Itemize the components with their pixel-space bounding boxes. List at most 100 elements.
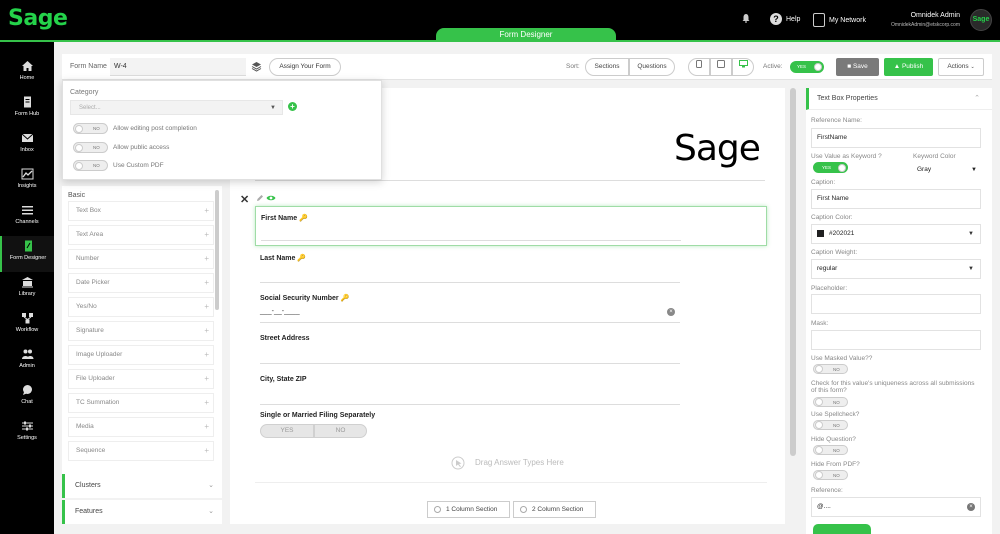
canvas-scrollbar[interactable]: [790, 88, 796, 456]
yes-option[interactable]: YES: [260, 424, 314, 438]
notifications-button[interactable]: [741, 13, 751, 23]
input-value: @....: [817, 503, 831, 510]
add-category-icon[interactable]: +: [288, 102, 297, 111]
drag-handle-icon: +: [204, 446, 209, 455]
home-icon: [21, 61, 33, 71]
reference-input[interactable]: @.... ×: [811, 497, 981, 517]
nav-item-admin[interactable]: Admin: [0, 344, 54, 380]
keyword-toggle[interactable]: YES: [813, 162, 848, 173]
layers-icon[interactable]: [251, 61, 262, 72]
nav-label: Form Designer: [9, 255, 47, 261]
toggle-label: NO: [833, 400, 840, 405]
nav-item-insights[interactable]: Insights: [0, 164, 54, 200]
hide-pdf-toggle[interactable]: NO: [813, 470, 848, 480]
drop-zone-hint[interactable]: Drag Answer Types Here: [475, 458, 564, 467]
nav-item-channels[interactable]: Channels: [0, 200, 54, 236]
toggle-knob: [815, 471, 823, 479]
my-network-button[interactable]: My Network: [813, 13, 866, 27]
uniqueness-label: Check for this value's uniqueness across…: [811, 380, 975, 394]
accordion-features[interactable]: Features ⌄: [62, 500, 222, 524]
assign-form-button[interactable]: Assign Your Form: [269, 58, 341, 76]
key-icon: 🔑: [297, 255, 307, 262]
spellcheck-label: Use Spellcheck?: [811, 411, 860, 418]
nav-item-form-hub[interactable]: Form Hub: [0, 92, 54, 128]
palette-item[interactable]: Signature +: [68, 321, 214, 341]
palette-item[interactable]: Image Uploader +: [68, 345, 214, 365]
select-placeholder: Select...: [79, 105, 101, 111]
active-toggle[interactable]: YES: [790, 61, 824, 73]
palette-item[interactable]: Number +: [68, 249, 214, 269]
nav-item-home[interactable]: Home: [0, 56, 54, 92]
user-name: Omnidek Admin: [910, 12, 960, 19]
category-select[interactable]: Select... ▼: [70, 100, 283, 115]
view-desktop-button[interactable]: [732, 58, 754, 76]
palette-item[interactable]: Text Area +: [68, 225, 214, 245]
nav-item-form-designer[interactable]: Form Designer: [0, 236, 54, 272]
properties-header[interactable]: Text Box Properties ⌃: [806, 88, 992, 110]
help-button[interactable]: ? Help: [770, 13, 800, 25]
custom-pdf-toggle[interactable]: NO: [73, 160, 108, 171]
avatar[interactable]: Sage: [970, 9, 992, 31]
palette-scrollbar[interactable]: [215, 190, 219, 310]
allow-editing-toggle[interactable]: NO: [73, 123, 108, 134]
no-option[interactable]: NO: [314, 424, 367, 438]
palette-item[interactable]: TC Summation +: [68, 393, 214, 413]
drag-handle-icon: +: [204, 206, 209, 215]
nav-item-library[interactable]: Library: [0, 272, 54, 308]
hide-question-toggle[interactable]: NO: [813, 445, 848, 455]
palette-item[interactable]: Media +: [68, 417, 214, 437]
palette-item[interactable]: Yes/No +: [68, 297, 214, 317]
view-mobile-button[interactable]: [688, 58, 710, 76]
uniqueness-toggle[interactable]: NO: [813, 397, 848, 407]
form-header-logo[interactable]: Sage: [674, 129, 761, 169]
accordion-clusters[interactable]: Clusters ⌄: [62, 474, 222, 498]
palette-item[interactable]: Text Box +: [68, 201, 214, 221]
view-tablet-button[interactable]: [710, 58, 732, 76]
masked-value-toggle[interactable]: NO: [813, 364, 848, 374]
add-one-column-section-button[interactable]: 1 Column Section: [427, 501, 510, 518]
actions-button[interactable]: Actions ⌄: [938, 58, 984, 76]
toggle-knob: [815, 421, 823, 429]
answer-line: [260, 282, 680, 283]
caption-input[interactable]: First Name: [811, 189, 981, 209]
nav-item-chat[interactable]: Chat: [0, 380, 54, 416]
clear-icon[interactable]: ×: [667, 308, 675, 316]
chevron-down-icon: ⌄: [208, 482, 214, 489]
close-icon[interactable]: ✕: [240, 193, 249, 206]
keyword-color-select[interactable]: Gray ▼: [913, 162, 981, 178]
apply-button[interactable]: [813, 524, 871, 534]
allow-public-access-toggle[interactable]: NO: [73, 142, 108, 153]
publish-button[interactable]: ▲ Publish: [884, 58, 933, 76]
nav-item-workflow[interactable]: Workflow: [0, 308, 54, 344]
question-first-name[interactable]: First Name 🔑: [255, 206, 767, 246]
nav-item-inbox[interactable]: Inbox: [0, 128, 54, 164]
question-city-state-zip[interactable]: City, State ZIP: [255, 369, 767, 409]
form-name-input[interactable]: W-4: [110, 58, 246, 76]
placeholder-input[interactable]: [811, 294, 981, 314]
palette-item[interactable]: File Uploader +: [68, 369, 214, 389]
nav-item-settings[interactable]: Settings: [0, 416, 54, 452]
toggle-knob: [838, 164, 846, 172]
question-last-name[interactable]: Last Name 🔑: [255, 247, 767, 287]
caption-color-select[interactable]: #202021 ▼: [811, 224, 981, 244]
question-street-address[interactable]: Street Address: [255, 328, 767, 368]
pencil-icon[interactable]: [256, 194, 264, 202]
add-two-column-section-button[interactable]: 2 Column Section: [513, 501, 596, 518]
clear-icon[interactable]: ×: [967, 503, 975, 511]
palette-item[interactable]: Date Picker +: [68, 273, 214, 293]
reference-name-input[interactable]: FirstName: [811, 128, 981, 148]
sage-logo[interactable]: Sage: [8, 6, 68, 31]
sort-questions-button[interactable]: Questions: [629, 58, 675, 76]
palette-item-label: Date Picker: [76, 279, 110, 286]
chart-icon: [21, 168, 33, 180]
spellcheck-toggle[interactable]: NO: [813, 420, 848, 430]
palette-item[interactable]: Sequence +: [68, 441, 214, 461]
eye-icon[interactable]: [266, 194, 276, 202]
question-ssn[interactable]: Social Security Number 🔑 ___-__-____ ×: [255, 287, 767, 327]
sort-sections-button[interactable]: Sections: [585, 58, 629, 76]
save-button[interactable]: ■ Save: [836, 58, 879, 76]
tab-form-designer[interactable]: Form Designer: [436, 28, 616, 42]
mask-input[interactable]: [811, 330, 981, 350]
caption-weight-select[interactable]: regular ▼: [811, 259, 981, 279]
form-edit-icon: [24, 240, 32, 252]
